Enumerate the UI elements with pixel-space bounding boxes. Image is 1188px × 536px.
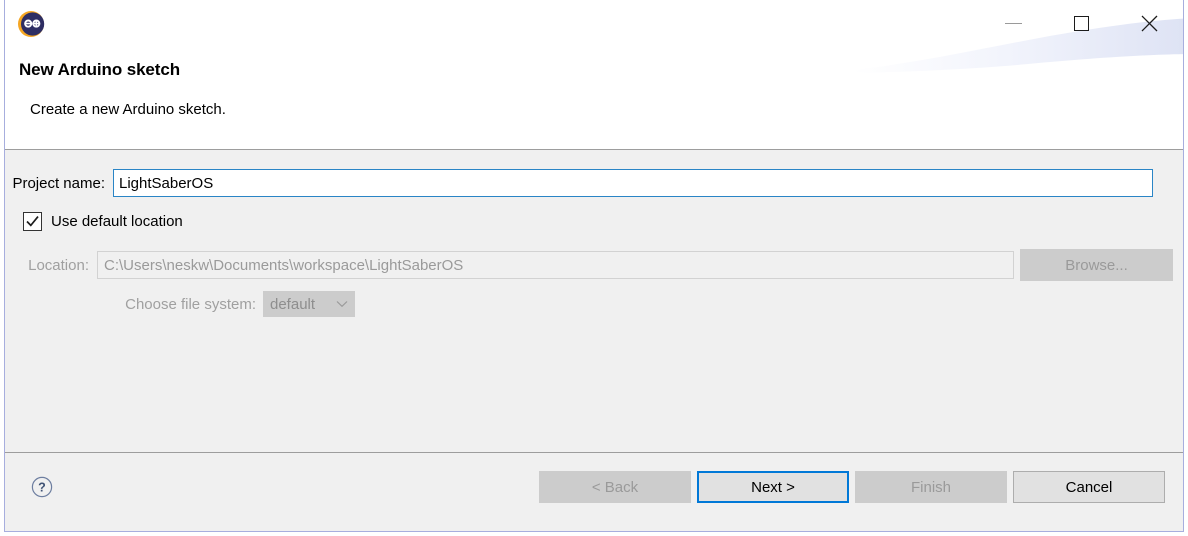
use-default-location-label: Use default location (51, 213, 183, 230)
back-button[interactable]: < Back (539, 471, 691, 503)
chevron-down-icon (336, 301, 348, 308)
maximize-icon (1073, 15, 1089, 31)
minimize-icon (1004, 22, 1022, 24)
help-circle-icon: ? (31, 476, 53, 498)
project-name-label: Project name: (12, 174, 105, 192)
use-default-location-row[interactable]: Use default location (23, 212, 183, 231)
page-title: New Arduino sketch (19, 60, 180, 79)
location-label: Location: (28, 256, 89, 274)
arduino-logo-icon (18, 11, 45, 37)
project-name-row: Project name: (5, 167, 1183, 199)
footer-button-group: < Back Next > Finish Cancel (539, 471, 1165, 503)
page-description: Create a new Arduino sketch. (30, 101, 226, 118)
new-arduino-sketch-dialog: New Arduino sketch Create a new Arduino … (4, 0, 1184, 532)
minimize-button[interactable] (979, 0, 1047, 46)
next-button[interactable]: Next > (697, 471, 849, 503)
project-name-input[interactable] (113, 169, 1153, 197)
dialog-footer: ? < Back Next > Finish Cancel (5, 452, 1183, 531)
close-button[interactable] (1115, 0, 1183, 46)
maximize-button[interactable] (1047, 0, 1115, 46)
checkmark-icon (26, 216, 39, 227)
file-system-select[interactable]: default (263, 291, 355, 317)
dialog-title-bar: New Arduino sketch Create a new Arduino … (5, 0, 1183, 150)
close-icon (1141, 15, 1157, 31)
location-input[interactable] (97, 251, 1014, 279)
window-controls (979, 0, 1183, 46)
dialog-body: Project name: Use default location Locat… (5, 150, 1183, 452)
file-system-label: Choose file system: (125, 295, 256, 313)
location-row: Location: Browse... (5, 249, 1183, 281)
cancel-button[interactable]: Cancel (1013, 471, 1165, 503)
svg-text:?: ? (38, 481, 46, 495)
browse-button[interactable]: Browse... (1020, 249, 1173, 281)
file-system-selected-value: default (270, 295, 316, 313)
finish-button[interactable]: Finish (855, 471, 1007, 503)
use-default-location-checkbox[interactable] (23, 212, 42, 231)
help-button[interactable]: ? (31, 476, 53, 498)
file-system-row: Choose file system: default (5, 290, 355, 318)
